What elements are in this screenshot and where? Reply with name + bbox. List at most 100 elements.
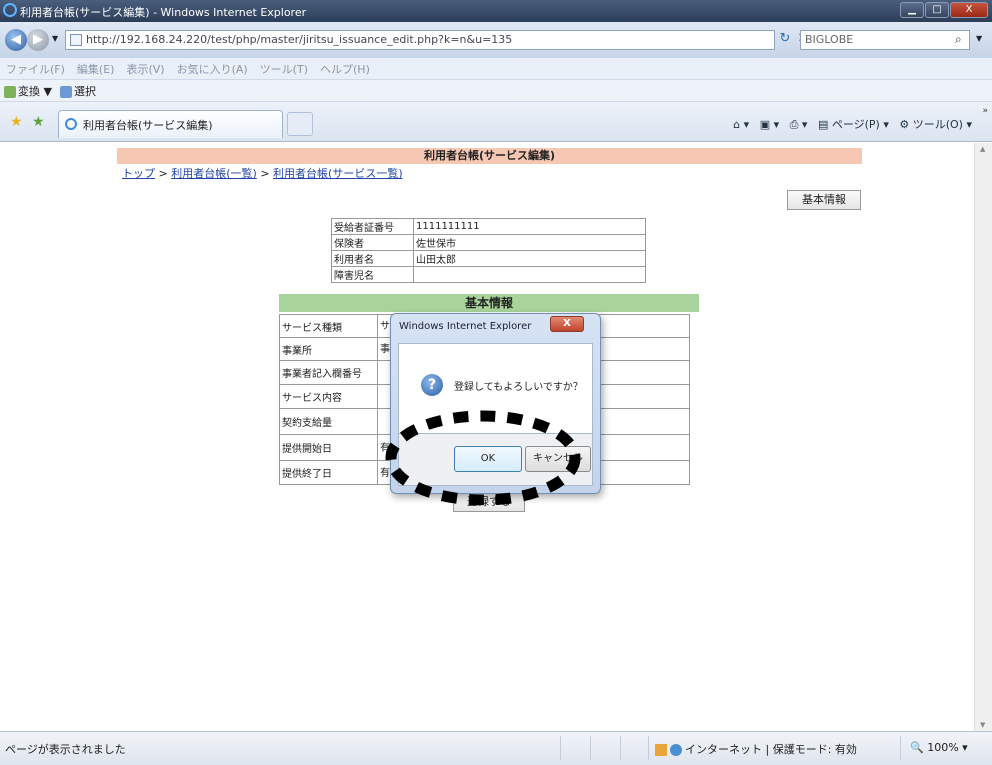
- zoom-control[interactable]: 🔍 100% ▾: [910, 741, 968, 754]
- home-icon[interactable]: ⌂ ▾: [733, 118, 749, 131]
- history-dropdown-icon[interactable]: ▼: [52, 34, 58, 43]
- search-dropdown-icon[interactable]: ▼: [976, 34, 982, 43]
- table-row: 受給者証番号 1111111111: [331, 218, 646, 235]
- feeds-icon[interactable]: ▣ ▾: [760, 118, 779, 131]
- breadcrumb-sep: >: [260, 167, 270, 180]
- breadcrumb-list-link[interactable]: 利用者台帳(一覧): [171, 167, 257, 180]
- menu-edit[interactable]: 編集(E): [77, 61, 115, 77]
- links-bar: 変換 ▼ 選択: [0, 80, 992, 102]
- close-window-button[interactable]: X: [950, 2, 988, 18]
- menu-help[interactable]: ヘルプ(H): [320, 61, 370, 77]
- tab-label: 利用者台帳(サービス編集): [83, 119, 213, 132]
- breadcrumb-top-link[interactable]: トップ: [122, 167, 155, 180]
- menu-file[interactable]: ファイル(F): [6, 61, 65, 77]
- status-divider: [900, 736, 901, 760]
- tools-menu[interactable]: ⚙ ツール(O) ▾: [899, 118, 972, 131]
- zoom-level: 100%: [927, 741, 959, 754]
- back-button[interactable]: ◀: [5, 29, 27, 51]
- security-zone[interactable]: インターネット | 保護モード: 有効: [655, 741, 857, 757]
- dialog-message: 登録してもよろしいですか？: [454, 382, 583, 393]
- form-value: 事: [380, 344, 390, 355]
- page-icon: [70, 34, 82, 46]
- breadcrumb-service-list-link[interactable]: 利用者台帳(サービス一覧): [273, 167, 403, 180]
- print-icon[interactable]: ⎙ ▾: [790, 118, 808, 131]
- question-icon: ?: [421, 374, 443, 396]
- menu-bar: ファイル(F) 編集(E) 表示(V) お気に入り(A) ツール(T) ヘルプ(…: [0, 58, 992, 80]
- tab-current[interactable]: 利用者台帳(サービス編集): [58, 110, 283, 138]
- info-value: 1111111111: [413, 218, 646, 235]
- register-button[interactable]: 登録する: [453, 492, 525, 512]
- favorites-star-icon[interactable]: ★: [10, 114, 23, 130]
- dialog-body: ? 登録してもよろしいですか？: [398, 343, 593, 434]
- status-bar: ページが表示されました インターネット | 保護モード: 有効 🔍 100% ▾: [0, 731, 992, 765]
- form-value: 有: [380, 442, 390, 454]
- info-label: 障害児名: [331, 266, 414, 283]
- basic-info-button[interactable]: 基本情報: [787, 190, 861, 210]
- page-menu[interactable]: ▤ ページ(P) ▾: [818, 118, 889, 131]
- select-label: 選択: [73, 84, 96, 98]
- search-provider: BIGLOBE: [805, 33, 854, 46]
- status-divider: [590, 736, 591, 760]
- confirm-dialog: Windows Internet Explorer X ? 登録してもよろしいで…: [390, 313, 601, 494]
- address-url: http://192.168.24.220/test/php/master/ji…: [86, 33, 513, 46]
- dialog-footer: OK キャンセル: [398, 434, 593, 486]
- breadcrumb-sep: >: [158, 167, 168, 180]
- command-bar: ⌂ ▾ ▣ ▾ ⎙ ▾ ▤ ページ(P) ▾ ⚙ ツール(O) ▾: [733, 116, 972, 132]
- form-label: 事業所: [279, 337, 378, 361]
- tools-menu-label: ツール(O): [912, 118, 963, 131]
- convert-button[interactable]: 変換 ▼: [4, 83, 52, 99]
- add-favorites-icon[interactable]: ★: [32, 114, 45, 130]
- select-icon: [59, 85, 72, 98]
- new-tab-button[interactable]: [287, 112, 313, 136]
- chevron-icon[interactable]: »: [982, 106, 988, 116]
- status-text: ページが表示されました: [5, 743, 126, 756]
- form-label: 事業者記入欄番号: [279, 360, 378, 385]
- select-button[interactable]: 選択: [59, 83, 96, 99]
- dialog-title: Windows Internet Explorer: [399, 321, 532, 332]
- info-label: 保険者: [331, 234, 414, 251]
- forward-button[interactable]: ▶: [27, 29, 49, 51]
- tab-ie-icon: [65, 118, 77, 130]
- dialog-close-button[interactable]: X: [550, 316, 584, 332]
- info-value: 佐世保市: [413, 234, 646, 251]
- form-label: 契約支給量: [279, 408, 378, 435]
- menu-view[interactable]: 表示(V): [126, 61, 164, 77]
- recipient-info-table: 受給者証番号 1111111111 保険者 佐世保市 利用者名 山田太郎 障害児名: [331, 218, 646, 283]
- maximize-button[interactable]: □: [925, 2, 949, 18]
- form-label: 提供終了日: [279, 460, 378, 485]
- search-input[interactable]: BIGLOBE: [800, 30, 970, 50]
- status-divider: [620, 736, 621, 760]
- convert-icon: [4, 85, 16, 98]
- window-titlebar: 利用者台帳(サービス編集) - Windows Internet Explore…: [0, 0, 992, 22]
- info-label: 利用者名: [331, 250, 414, 267]
- ok-button[interactable]: OK: [454, 446, 522, 472]
- section-header: 基本情報: [279, 294, 699, 312]
- breadcrumb: トップ > 利用者台帳(一覧) > 利用者台帳(サービス一覧): [122, 165, 403, 181]
- ie-logo-icon: [3, 3, 17, 17]
- form-label: サービス内容: [279, 384, 378, 409]
- convert-label: 変換: [18, 84, 40, 98]
- vertical-scrollbar[interactable]: ▲ ▼: [974, 143, 992, 731]
- search-icon[interactable]: ⌕: [955, 32, 962, 47]
- form-label: サービス種類: [279, 314, 378, 338]
- status-divider: [648, 736, 649, 760]
- scroll-down-icon[interactable]: ▼: [980, 721, 985, 729]
- menu-favorites[interactable]: お気に入り(A): [177, 61, 248, 77]
- minimize-button[interactable]: ▁: [900, 2, 924, 18]
- address-input[interactable]: http://192.168.24.220/test/php/master/ji…: [65, 30, 775, 50]
- protected-mode-icon: [655, 744, 667, 756]
- page-title: 利用者台帳(サービス編集): [117, 148, 862, 164]
- info-label: 受給者証番号: [331, 218, 414, 235]
- table-row: 保険者 佐世保市: [331, 234, 646, 251]
- form-value: サ: [380, 321, 390, 332]
- status-divider: [560, 736, 561, 760]
- table-row: 利用者名 山田太郎: [331, 250, 646, 267]
- form-value: 有: [380, 467, 390, 479]
- scroll-up-icon[interactable]: ▲: [980, 145, 985, 153]
- page-menu-label: ページ(P): [831, 118, 880, 131]
- cancel-button[interactable]: キャンセル: [525, 446, 591, 472]
- refresh-icon[interactable]: ↻: [776, 31, 794, 49]
- zone-label: インターネット | 保護モード: 有効: [685, 743, 857, 756]
- menu-tools[interactable]: ツール(T): [260, 61, 308, 77]
- table-row: 障害児名: [331, 266, 646, 283]
